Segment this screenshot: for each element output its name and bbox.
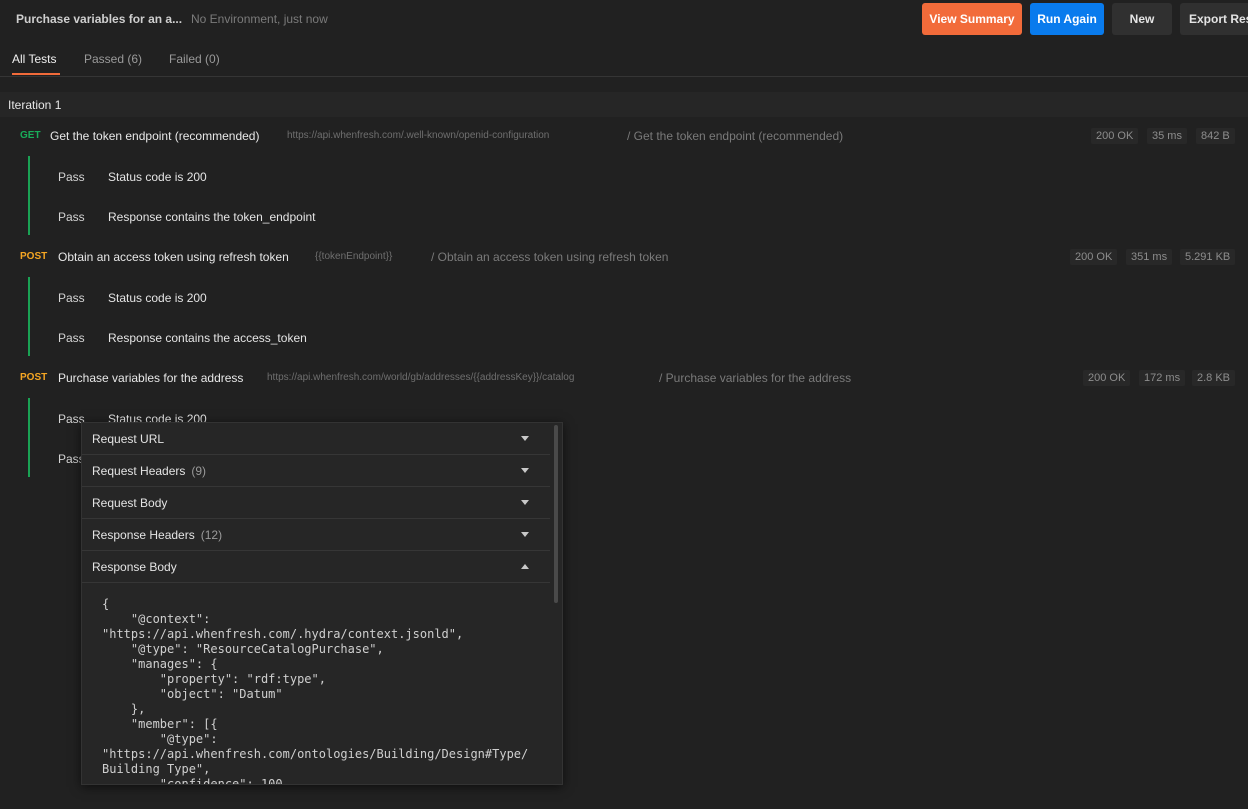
export-results-button[interactable]: Export Res (1180, 3, 1248, 35)
header-count: (9) (191, 464, 207, 478)
run-header: Purchase variables for an a... No Enviro… (0, 0, 1248, 38)
section-label: Request Body (92, 496, 168, 510)
view-summary-button[interactable]: View Summary (922, 3, 1022, 35)
test-name: Response contains the token_endpoint (108, 210, 316, 224)
size-badge: 5.291 KB (1180, 249, 1236, 265)
section-response-body[interactable]: Response Body (82, 551, 550, 583)
test-result-row[interactable]: Pass Response contains the token_endpoin… (0, 207, 600, 227)
test-result-row[interactable]: Pass Status code is 200 (0, 288, 600, 308)
section-request-body[interactable]: Request Body (82, 487, 550, 519)
chevron-down-icon[interactable] (521, 500, 529, 505)
section-label: Response Headers (12) (92, 528, 223, 542)
request-name: Purchase variables for the address (58, 371, 244, 385)
iteration-label: Iteration 1 (8, 98, 62, 112)
test-name: Response contains the access_token (108, 331, 307, 345)
method-badge: POST (20, 372, 48, 383)
time-badge: 351 ms (1126, 249, 1173, 265)
status-badge: 200 OK (1083, 370, 1131, 386)
test-name: Status code is 200 (108, 170, 207, 184)
response-body-code[interactable]: { "@context": "https://api.whenfresh.com… (102, 597, 542, 784)
test-result-row[interactable]: Pass Status code is 200 (0, 167, 600, 187)
size-badge: 2.8 KB (1192, 370, 1236, 386)
chevron-up-icon[interactable] (521, 564, 529, 569)
method-badge: POST (20, 251, 48, 262)
test-result: Pass (58, 210, 85, 224)
test-result: Pass (58, 170, 85, 184)
request-path: / Obtain an access token using refresh t… (431, 250, 669, 264)
request-row[interactable]: POST Purchase variables for the address … (0, 366, 1248, 390)
new-button[interactable]: New (1112, 3, 1172, 35)
size-badge: 842 B (1196, 128, 1235, 144)
run-again-button[interactable]: Run Again (1030, 3, 1104, 35)
request-details-popup[interactable]: Request URL Request Headers (9) Request B… (81, 422, 563, 785)
request-url: {{tokenEndpoint}} (315, 251, 393, 262)
section-request-url[interactable]: Request URL (82, 423, 550, 455)
result-tabs: All Tests Passed (6) Failed (0) (0, 44, 1248, 77)
request-url: https://api.whenfresh.com/world/gb/addre… (267, 372, 575, 383)
section-label: Request Headers (9) (92, 464, 207, 478)
section-label: Response Body (92, 560, 177, 574)
section-label: Request URL (92, 432, 165, 446)
section-request-headers[interactable]: Request Headers (9) (82, 455, 550, 487)
tab-all-tests[interactable]: All Tests (12, 52, 56, 66)
method-badge: GET (20, 130, 41, 141)
run-meta: No Environment, just now (191, 12, 328, 26)
tab-passed[interactable]: Passed (6) (84, 52, 142, 66)
test-result-row[interactable]: Pass Response contains the access_token (0, 328, 600, 348)
test-name: Status code is 200 (108, 291, 207, 305)
test-result: Pass (58, 291, 85, 305)
time-badge: 35 ms (1147, 128, 1187, 144)
time-badge: 172 ms (1139, 370, 1186, 386)
tab-failed[interactable]: Failed (0) (169, 52, 220, 66)
chevron-down-icon[interactable] (521, 436, 529, 441)
scrollbar-thumb[interactable] (554, 425, 558, 603)
request-path: / Get the token endpoint (recommended) (627, 129, 844, 143)
status-badge: 200 OK (1091, 128, 1139, 144)
status-badge: 200 OK (1070, 249, 1118, 265)
request-url: https://api.whenfresh.com/.well-known/op… (287, 130, 550, 141)
request-path: / Purchase variables for the address (659, 371, 852, 385)
header-count: (12) (200, 528, 223, 542)
chevron-down-icon[interactable] (521, 468, 529, 473)
chevron-down-icon[interactable] (521, 532, 529, 537)
run-title: Purchase variables for an a... (16, 12, 183, 26)
request-row[interactable]: GET Get the token endpoint (recommended)… (0, 124, 1248, 148)
request-name: Obtain an access token using refresh tok… (58, 250, 289, 264)
active-tab-indicator (12, 73, 60, 75)
request-name: Get the token endpoint (recommended) (50, 129, 260, 143)
request-row[interactable]: POST Obtain an access token using refres… (0, 245, 1248, 269)
iteration-header[interactable]: Iteration 1 (0, 92, 1248, 117)
section-response-headers[interactable]: Response Headers (12) (82, 519, 550, 551)
test-result: Pass (58, 331, 85, 345)
